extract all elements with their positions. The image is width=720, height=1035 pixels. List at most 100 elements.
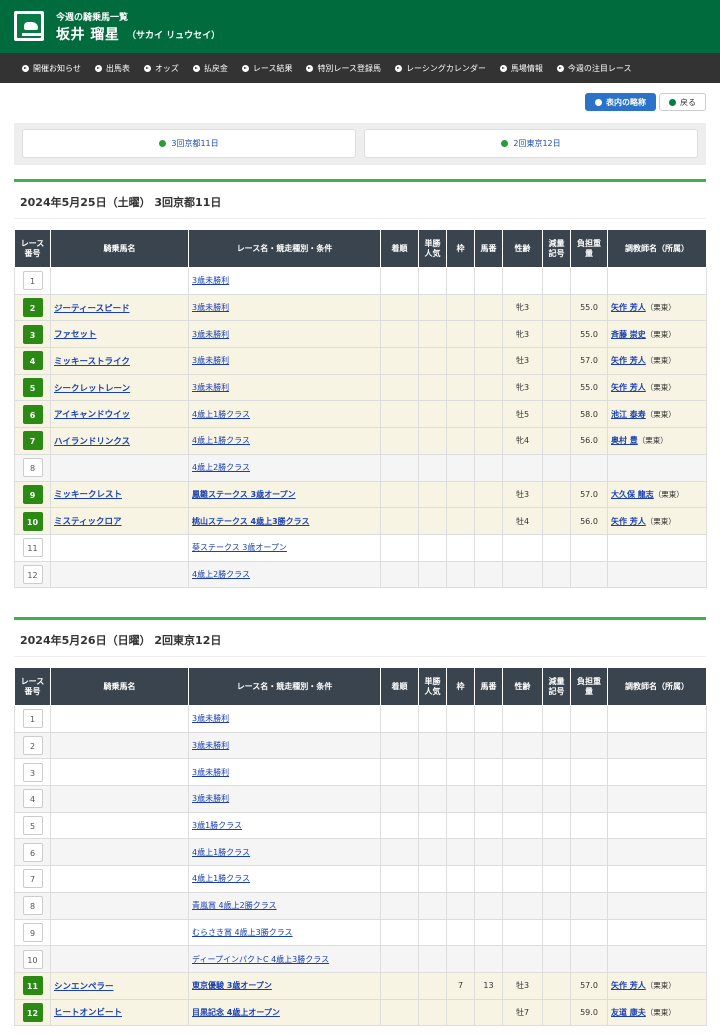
race-link[interactable]: 3歳未勝利 [192,356,229,365]
race-link[interactable]: 4歳上1勝クラス [192,436,250,445]
abbreviation-button[interactable]: 表内の略称 [585,93,656,111]
race-link[interactable]: 3歳未勝利 [192,303,229,312]
race-number-badge[interactable]: 4 [22,351,43,371]
race-link[interactable]: 4歳上2勝クラス [192,463,250,472]
trainer-link[interactable]: 奥村 豊 [611,436,638,445]
frame-cell [446,758,475,787]
finish-cell [380,731,419,760]
nav-item[interactable]: 今週の注目レース [556,63,632,74]
race-number-badge[interactable]: 2 [22,298,43,318]
race-number-badge[interactable]: 8 [22,458,43,478]
race-number-badge[interactable]: 5 [22,378,43,398]
race-link[interactable]: 葵ステークス 3歳オープン [192,543,287,552]
race-link[interactable]: むらさき賞 4歳上3勝クラス [192,928,293,937]
nav-item[interactable]: オッズ [143,63,179,74]
race-number-badge[interactable]: 12 [22,564,43,584]
race-number-badge[interactable]: 7 [22,869,43,889]
race-link[interactable]: 鳳雛ステークス 3歳オープン [192,490,296,499]
race-link[interactable]: ディープインパクトC 4歳上3勝クラス [192,955,329,964]
race-number-cell: 5 [14,373,51,402]
horse-link[interactable]: ファセット [54,330,97,340]
race-number-badge[interactable]: 5 [22,816,43,836]
race-link[interactable]: 青嵐賞 4歳上2勝クラス [192,901,277,910]
race-row: 1 3歳未勝利 [14,705,707,733]
race-link[interactable]: 東京優駿 3歳オープン [192,981,272,990]
race-number-badge[interactable]: 1 [22,709,43,729]
horse-link[interactable]: ヒートオンビート [54,1008,122,1018]
back-button[interactable]: 戻る [659,93,706,111]
horse-link[interactable]: ミッキークレスト [54,490,122,500]
trainer-link[interactable]: 矢作 芳人 [611,383,646,392]
trainer-link[interactable]: 矢作 芳人 [611,981,646,990]
race-number-badge[interactable]: 3 [22,324,43,344]
race-link[interactable]: 4歳上1勝クラス [192,874,250,883]
race-number-badge[interactable]: 6 [22,404,43,424]
jra-logo-icon[interactable] [14,11,44,41]
race-link[interactable]: 4歳上1勝クラス [192,848,250,857]
nav-item[interactable]: レーシングカレンダー [395,63,486,74]
race-number-badge[interactable]: 10 [22,949,43,969]
trainer-link[interactable]: 池江 泰寿 [611,410,646,419]
race-number-badge[interactable]: 4 [22,789,43,809]
trainer-link[interactable]: 大久保 龍志 [611,490,654,499]
horse-link[interactable]: アイキャンドウイッ [54,410,130,420]
venue-button-kyoto[interactable]: 3回京都11日 [22,129,356,158]
race-link[interactable]: 4歳上1勝クラス [192,410,250,419]
horse-link[interactable]: ハイランドリンクス [54,437,130,447]
venue-label: 2回東京12日 [513,139,561,148]
horse-link[interactable]: シンエンペラー [54,982,114,992]
trainer-cell [607,758,707,787]
trainer-link[interactable]: 友道 康夫 [611,1008,646,1017]
race-row: 4 3歳未勝利 [14,785,707,813]
race-number-badge[interactable]: 3 [22,762,43,782]
race-number-badge[interactable]: 1 [22,271,43,291]
race-number-badge[interactable]: 6 [22,842,43,862]
race-link[interactable]: 3歳未勝利 [192,276,229,285]
race-number-badge[interactable]: 11 [22,976,43,996]
race-link[interactable]: 桃山ステークス 4歳上3勝クラス [192,517,310,526]
race-link[interactable]: 3歳未勝利 [192,714,229,723]
race-link[interactable]: 3歳未勝利 [192,330,229,339]
horse-link[interactable]: ジーティースピード [54,304,130,314]
popularity-cell [418,560,447,589]
race-link[interactable]: 4歳上2勝クラス [192,570,250,579]
race-link[interactable]: 目黒記念 4歳上オープン [192,1008,280,1017]
nav-item[interactable]: 払戻金 [192,63,228,74]
race-link[interactable]: 3歳未勝利 [192,794,229,803]
race-link[interactable]: 3歳1勝クラス [192,821,242,830]
chevron-right-circle-icon [143,64,151,72]
finish-cell [380,400,419,429]
race-link[interactable]: 3歳未勝利 [192,741,229,750]
race-link[interactable]: 3歳未勝利 [192,383,229,392]
race-number-badge[interactable]: 2 [22,736,43,756]
trainer-link[interactable]: 矢作 芳人 [611,356,646,365]
nav-item[interactable]: 開催お知らせ [22,63,81,74]
race-link[interactable]: 3歳未勝利 [192,768,229,777]
race-cell: 葵ステークス 3歳オープン [188,533,381,562]
race-number-badge[interactable]: 7 [22,431,43,451]
race-number-badge[interactable]: 10 [22,511,43,531]
horse-link[interactable]: ミッキーストライク [54,357,130,367]
reduction-cell [542,293,571,322]
venue-button-tokyo[interactable]: 2回東京12日 [364,129,698,158]
horse-link[interactable]: シークレットレーン [54,384,130,394]
nav-item[interactable]: 馬場情報 [499,63,543,74]
trainer-link[interactable]: 矢作 芳人 [611,517,646,526]
race-number-badge[interactable]: 9 [22,484,43,504]
finish-cell [380,838,419,867]
race-number-badge[interactable]: 12 [22,1002,43,1022]
trainer-link[interactable]: 矢作 芳人 [611,303,646,312]
horse-link[interactable]: ミスティックロア [54,517,122,527]
nav-item[interactable]: 出馬表 [94,63,130,74]
race-number-badge[interactable]: 9 [22,922,43,942]
trainer-cell [607,891,707,920]
frame-cell [446,998,475,1027]
nav-item[interactable]: 特別レース登録馬 [306,63,381,74]
trainer-affiliation: （栗東） [645,303,676,313]
col-reduction: 減量記号 [542,229,571,268]
race-number-badge[interactable]: 11 [22,538,43,558]
nav-item[interactable]: レース結果 [241,63,292,74]
trainer-link[interactable]: 斉藤 崇史 [611,330,646,339]
race-cell: 3歳未勝利 [188,267,381,295]
race-number-badge[interactable]: 8 [22,896,43,916]
